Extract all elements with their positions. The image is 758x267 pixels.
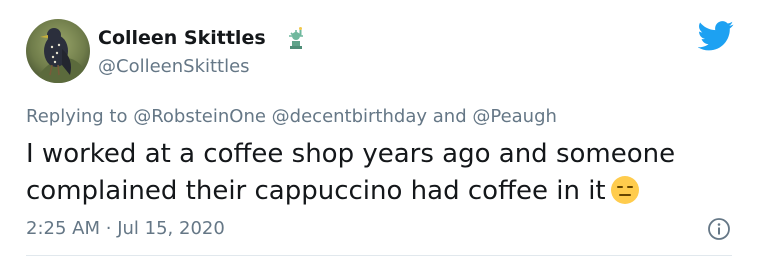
statue-of-liberty-emoji-icon (289, 27, 303, 49)
tweet-text-line-2: complained their cappuccino had coffee i… (26, 173, 726, 210)
tweet-card: Colleen Skittles @ColleenSkittles Replyi… (0, 0, 758, 267)
tweet-text: I worked at a coffee shop years ago and … (26, 136, 726, 210)
tweet-text-line: complained their cappuccino had coffee i… (26, 176, 606, 206)
mention-link[interactable]: @RobsteinOne (133, 106, 266, 127)
and-label: and (432, 106, 467, 127)
avatar[interactable] (26, 19, 90, 83)
starling-avatar-image (26, 19, 90, 83)
time: 2:25 AM (26, 218, 100, 239)
info-icon[interactable] (707, 217, 731, 241)
mention-link[interactable]: @Peaugh (472, 106, 557, 127)
replying-to-line: Replying to @RobsteinOne @decentbirthday… (26, 105, 557, 129)
dot-separator: · (105, 218, 112, 239)
twitter-bird-icon[interactable] (698, 21, 734, 51)
replying-to-label: Replying to (26, 106, 128, 127)
date: Jul 15, 2020 (117, 218, 225, 239)
mention-link[interactable]: @decentbirthday (272, 106, 427, 127)
user-handle[interactable]: @ColleenSkittles (98, 56, 250, 78)
display-name[interactable]: Colleen Skittles (98, 26, 266, 50)
expressionless-face-emoji-icon (610, 176, 639, 204)
tweet-text-line: I worked at a coffee shop years ago and … (26, 139, 676, 169)
divider (26, 255, 732, 256)
timestamp[interactable]: 2:25 AM · Jul 15, 2020 (26, 217, 225, 241)
